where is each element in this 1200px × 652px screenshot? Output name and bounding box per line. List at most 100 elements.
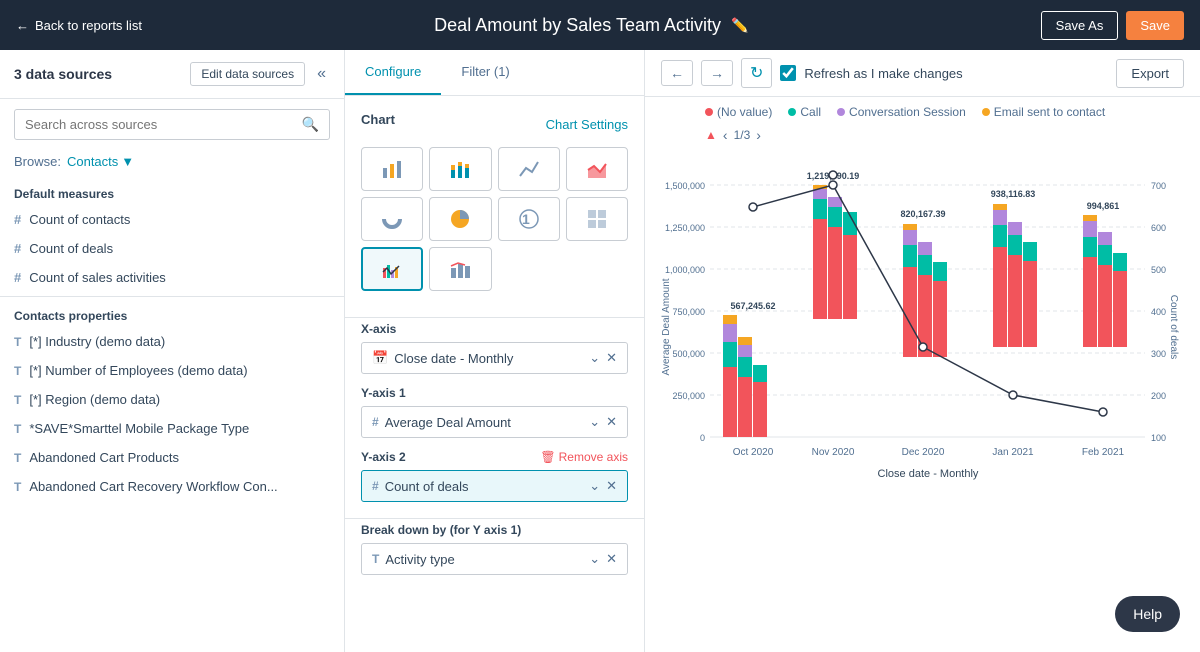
svg-text:400: 400 bbox=[1151, 307, 1166, 317]
prop-item-1[interactable]: T [*] Number of Employees (demo data) bbox=[0, 356, 344, 385]
edit-title-icon[interactable]: ✏️ bbox=[731, 17, 748, 34]
legend-item-0: (No value) bbox=[705, 105, 772, 119]
prop-item-5[interactable]: T Abandoned Cart Recovery Workflow Con..… bbox=[0, 472, 344, 501]
data-sources-count: 3 data sources bbox=[14, 66, 112, 82]
edit-sources-button[interactable]: Edit data sources bbox=[190, 62, 305, 86]
chart-area: ← → ↻ Refresh as I make changes Export (… bbox=[645, 50, 1200, 652]
back-arrow-icon: ← bbox=[16, 18, 29, 33]
legend-dot-email bbox=[982, 108, 990, 116]
bar-oct-email bbox=[723, 315, 737, 324]
tab-filter[interactable]: Filter (1) bbox=[441, 50, 529, 95]
tabs-row: Configure Filter (1) bbox=[345, 50, 644, 96]
measure-item-sales-activities[interactable]: # Count of sales activities bbox=[0, 263, 344, 292]
chart-type-grid[interactable] bbox=[566, 197, 628, 241]
tab-configure[interactable]: Configure bbox=[345, 50, 441, 95]
tooltip-dot-nov bbox=[829, 171, 837, 179]
svg-text:Nov 2020: Nov 2020 bbox=[812, 447, 855, 458]
remove-yaxis2-button[interactable]: 🗑 Remove axis bbox=[540, 450, 628, 464]
refresh-button[interactable]: ↻ bbox=[741, 58, 772, 88]
legend-item-1: Call bbox=[788, 105, 821, 119]
yaxis1-selector[interactable]: # Average Deal Amount ⌄ ✕ bbox=[361, 406, 628, 438]
t-type-icon: T bbox=[372, 552, 379, 566]
svg-text:500: 500 bbox=[1151, 265, 1166, 275]
back-button[interactable]: ← Back to reports list bbox=[16, 18, 142, 33]
breakdown-label: Break down by (for Y axis 1) bbox=[361, 523, 628, 537]
chart-type-row3 bbox=[361, 247, 628, 291]
line-dot-oct bbox=[749, 203, 757, 211]
redo-button[interactable]: → bbox=[701, 60, 733, 86]
svg-text:750,000: 750,000 bbox=[672, 307, 705, 317]
chart-type-combo-alt[interactable] bbox=[429, 247, 491, 291]
legend-dot-no-value bbox=[705, 108, 713, 116]
measure-item-deals[interactable]: # Count of deals bbox=[0, 234, 344, 263]
back-label: Back to reports list bbox=[35, 18, 142, 33]
chart-type-numeric[interactable]: 1 bbox=[498, 197, 560, 241]
chart-type-area[interactable] bbox=[566, 147, 628, 191]
t-type-icon: T bbox=[14, 335, 21, 349]
chart-type-donut[interactable] bbox=[361, 197, 423, 241]
export-button[interactable]: Export bbox=[1116, 59, 1184, 88]
prop-item-3[interactable]: T *SAVE*Smarttel Mobile Package Type bbox=[0, 414, 344, 443]
refresh-checkbox[interactable] bbox=[780, 65, 796, 81]
yaxis2-section: Y-axis 2 🗑 Remove axis # Count of deals … bbox=[345, 450, 644, 514]
prev-page-button[interactable]: ‹ bbox=[723, 127, 728, 143]
chart-settings-link[interactable]: Chart Settings bbox=[546, 117, 628, 132]
svg-text:Count of deals: Count of deals bbox=[1168, 295, 1179, 360]
svg-text:1: 1 bbox=[522, 211, 530, 227]
svg-text:500,000: 500,000 bbox=[672, 349, 705, 359]
chart-type-section: Chart Chart Settings bbox=[345, 96, 644, 313]
svg-text:100: 100 bbox=[1151, 433, 1166, 443]
next-page-button[interactable]: › bbox=[756, 127, 761, 143]
chart-type-grid: 1 bbox=[361, 147, 628, 241]
chart-type-stacked-bar[interactable] bbox=[429, 147, 491, 191]
svg-text:600: 600 bbox=[1151, 223, 1166, 233]
clear-yaxis1-icon[interactable]: ✕ bbox=[606, 414, 617, 430]
svg-text:200: 200 bbox=[1151, 391, 1166, 401]
chart-type-line[interactable] bbox=[498, 147, 560, 191]
chevron-down-icon: ▼ bbox=[121, 154, 134, 169]
chevron-down-icon: ⌄ bbox=[589, 551, 600, 567]
bar-nov-no-value bbox=[813, 219, 827, 319]
main-layout: 3 data sources Edit data sources « 🔍 Bro… bbox=[0, 50, 1200, 652]
pagination-row: ▲ ‹ 1/3 › bbox=[645, 127, 1200, 147]
collapse-sidebar-button[interactable]: « bbox=[313, 63, 330, 85]
svg-text:250,000: 250,000 bbox=[672, 391, 705, 401]
save-as-button[interactable]: Save As bbox=[1041, 11, 1119, 40]
svg-text:1,000,000: 1,000,000 bbox=[665, 265, 705, 275]
chart-type-bar[interactable] bbox=[361, 147, 423, 191]
breakdown-selector[interactable]: T Activity type ⌄ ✕ bbox=[361, 543, 628, 575]
line-dot-feb bbox=[1099, 408, 1107, 416]
bar-oct-no-value bbox=[723, 367, 737, 437]
svg-text:938,116.83: 938,116.83 bbox=[991, 189, 1036, 199]
clear-breakdown-icon[interactable]: ✕ bbox=[606, 551, 617, 567]
chart-type-combo-bar[interactable] bbox=[361, 247, 423, 291]
hash-icon: # bbox=[372, 479, 379, 493]
yaxis2-selector[interactable]: # Count of deals ⌄ ✕ bbox=[361, 470, 628, 502]
chart-svg-wrapper: Average Deal Amount Count of deals 0 250… bbox=[645, 147, 1200, 520]
measure-item-contacts[interactable]: # Count of contacts bbox=[0, 205, 344, 234]
browse-contacts-button[interactable]: Contacts ▼ bbox=[67, 154, 134, 169]
prop-item-2[interactable]: T [*] Region (demo data) bbox=[0, 385, 344, 414]
undo-button[interactable]: ← bbox=[661, 60, 693, 86]
search-input[interactable] bbox=[25, 117, 302, 132]
chevron-down-icon: ⌄ bbox=[589, 478, 600, 494]
help-button[interactable]: Help bbox=[1115, 596, 1180, 632]
clear-yaxis2-icon[interactable]: ✕ bbox=[606, 478, 617, 494]
save-button[interactable]: Save bbox=[1126, 11, 1184, 40]
chart-type-pie[interactable] bbox=[429, 197, 491, 241]
t-type-icon: T bbox=[14, 422, 21, 436]
t-type-icon: T bbox=[14, 393, 21, 407]
refresh-label: Refresh as I make changes bbox=[804, 66, 962, 81]
legend-item-3: Email sent to contact bbox=[982, 105, 1105, 119]
line-dot-nov bbox=[829, 181, 837, 189]
search-icon: 🔍 bbox=[302, 116, 319, 133]
sidebar-header: 3 data sources Edit data sources « bbox=[0, 50, 344, 99]
hash-icon: # bbox=[14, 241, 21, 256]
xaxis-selector[interactable]: 📅 Close date - Monthly ⌄ ✕ bbox=[361, 342, 628, 374]
legend-dot-call bbox=[788, 108, 796, 116]
svg-text:Dec 2020: Dec 2020 bbox=[902, 447, 945, 458]
prop-item-0[interactable]: T [*] Industry (demo data) bbox=[0, 327, 344, 356]
clear-xaxis-icon[interactable]: ✕ bbox=[606, 350, 617, 366]
prop-item-4[interactable]: T Abandoned Cart Products bbox=[0, 443, 344, 472]
breakdown-section: Break down by (for Y axis 1) T Activity … bbox=[345, 523, 644, 587]
